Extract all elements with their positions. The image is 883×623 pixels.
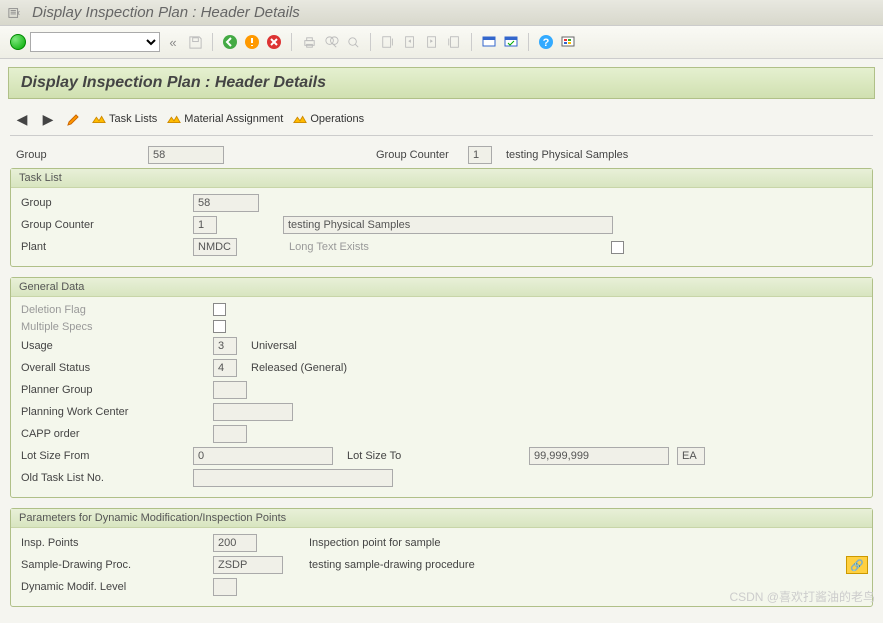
planning-work-center-label: Planning Work Center <box>15 406 205 418</box>
back-double-icon[interactable]: « <box>164 33 182 51</box>
capp-order-label: CAPP order <box>15 428 205 440</box>
edit-icon[interactable] <box>66 111 82 127</box>
first-page-icon <box>379 33 397 51</box>
shortcut-icon[interactable] <box>502 33 520 51</box>
usage-field[interactable] <box>213 337 237 355</box>
find-icon <box>322 33 340 51</box>
overall-status-field[interactable] <box>213 359 237 377</box>
task-list-title: Task List <box>11 169 872 188</box>
window-title: Display Inspection Plan : Header Details <box>32 4 300 21</box>
old-task-list-no-label: Old Task List No. <box>15 472 185 484</box>
task-lists-button[interactable]: Task Lists <box>92 113 157 125</box>
general-data-title: General Data <box>11 278 872 297</box>
tl-plant-label: Plant <box>15 241 185 253</box>
app-toolbar: ◀ ▶ Task Lists Material Assignment Opera… <box>0 107 883 131</box>
dynamic-modif-level-label: Dynamic Modif. Level <box>15 581 205 593</box>
lot-size-from-field[interactable] <box>193 447 333 465</box>
capp-order-field[interactable] <box>213 425 247 443</box>
lot-size-to-field[interactable] <box>529 447 669 465</box>
tl-group-label: Group <box>15 197 185 209</box>
multiple-specs-checkbox[interactable] <box>213 320 226 333</box>
tl-group-counter-field[interactable] <box>193 216 217 234</box>
tl-group-counter-label: Group Counter <box>15 219 185 231</box>
insp-points-field[interactable] <box>213 534 257 552</box>
operations-label: Operations <box>310 113 364 125</box>
enter-icon[interactable] <box>10 34 26 50</box>
layout-icon[interactable] <box>559 33 577 51</box>
task-lists-label: Task Lists <box>109 113 157 125</box>
general-data-group: General Data Deletion Flag Multiple Spec… <box>10 277 873 498</box>
insp-points-label: Insp. Points <box>15 537 205 549</box>
print-icon <box>300 33 318 51</box>
prev-button[interactable]: ◀ <box>14 111 30 127</box>
dynamic-modif-level-field[interactable] <box>213 578 237 596</box>
save-icon[interactable] <box>186 33 204 51</box>
deletion-flag-checkbox[interactable] <box>213 303 226 316</box>
planner-group-field[interactable] <box>213 381 247 399</box>
usage-desc: Universal <box>245 340 297 352</box>
next-button[interactable]: ▶ <box>40 111 56 127</box>
deletion-flag-label: Deletion Flag <box>15 304 205 316</box>
tl-long-text-checkbox[interactable] <box>611 241 624 254</box>
page-title: Display Inspection Plan : Header Details <box>8 67 875 99</box>
command-field[interactable] <box>30 32 160 52</box>
group-counter-label: Group Counter <box>370 149 460 161</box>
watermark: CSDN @喜欢打酱油的老鸟 <box>729 588 875 605</box>
cancel-icon[interactable] <box>265 33 283 51</box>
group-field[interactable] <box>148 146 224 164</box>
multiple-specs-label: Multiple Specs <box>15 321 205 333</box>
content-area: Group Group Counter testing Physical Sam… <box>0 140 883 623</box>
sample-drawing-proc-field[interactable] <box>213 556 283 574</box>
tl-counter-desc-field[interactable] <box>283 216 613 234</box>
link-icon[interactable]: 🔗 <box>846 556 868 574</box>
sample-drawing-proc-label: Sample-Drawing Proc. <box>15 559 205 571</box>
task-list-group: Task List Group Group Counter Plant Long… <box>10 168 873 267</box>
lot-size-unit-field[interactable] <box>677 447 705 465</box>
last-page-icon <box>445 33 463 51</box>
planner-group-label: Planner Group <box>15 384 205 396</box>
help-icon[interactable]: ? <box>537 33 555 51</box>
overall-status-desc: Released (General) <box>245 362 347 374</box>
find-next-icon <box>344 33 362 51</box>
params-title: Parameters for Dynamic Modification/Insp… <box>11 509 872 528</box>
operations-button[interactable]: Operations <box>293 113 364 125</box>
back-icon[interactable] <box>221 33 239 51</box>
tl-long-text-label: Long Text Exists <box>283 241 603 253</box>
svg-text:?: ? <box>543 37 550 49</box>
material-assignment-button[interactable]: Material Assignment <box>167 113 283 125</box>
group-counter-field[interactable] <box>468 146 492 164</box>
menu-icon[interactable] <box>8 6 22 20</box>
planning-work-center-field[interactable] <box>213 403 293 421</box>
usage-label: Usage <box>15 340 205 352</box>
tl-plant-field[interactable] <box>193 238 237 256</box>
tl-group-field[interactable] <box>193 194 259 212</box>
system-toolbar: « ? <box>0 26 883 59</box>
header-row: Group Group Counter testing Physical Sam… <box>10 146 873 164</box>
overall-status-label: Overall Status <box>15 362 205 374</box>
lot-size-from-label: Lot Size From <box>15 450 185 462</box>
exit-icon[interactable] <box>243 33 261 51</box>
new-session-icon[interactable] <box>480 33 498 51</box>
insp-points-desc: Inspection point for sample <box>303 537 440 549</box>
lot-size-to-label: Lot Size To <box>341 450 521 462</box>
group-label: Group <box>10 149 140 161</box>
next-page-icon <box>423 33 441 51</box>
old-task-list-no-field[interactable] <box>193 469 393 487</box>
prev-page-icon <box>401 33 419 51</box>
header-desc: testing Physical Samples <box>500 149 628 161</box>
window-titlebar: Display Inspection Plan : Header Details <box>0 0 883 26</box>
sample-drawing-proc-desc: testing sample-drawing procedure <box>303 559 838 571</box>
material-assignment-label: Material Assignment <box>184 113 283 125</box>
